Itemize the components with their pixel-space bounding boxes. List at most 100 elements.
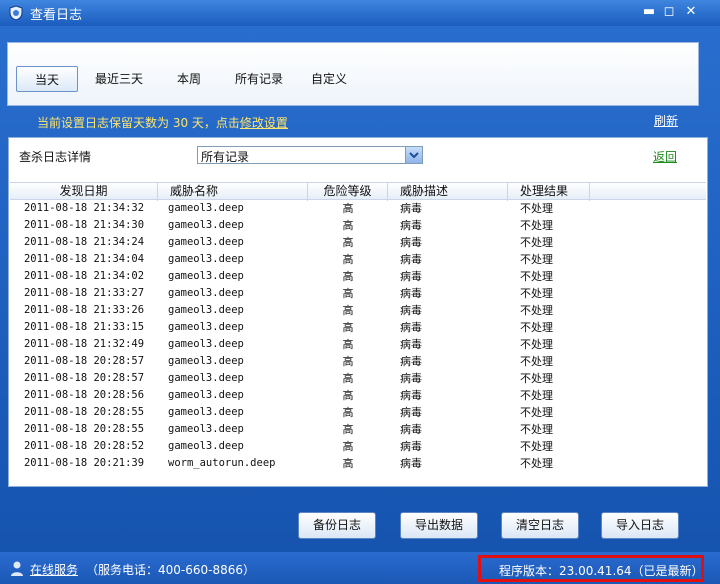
maximize-button[interactable]: ◻ (660, 3, 678, 21)
tab-all-records[interactable]: 所有记录 (230, 66, 288, 92)
title-bar[interactable]: 查看日志 ▬ ◻ ✕ (0, 0, 720, 26)
table-row[interactable]: 2011-08-18 20:28:52 gameol3.deep 高 病毒 不处理 (10, 438, 706, 455)
tab-custom[interactable]: 自定义 (306, 66, 352, 92)
cell-date: 2011-08-18 21:33:27 (23, 287, 145, 299)
cell-date: 2011-08-18 21:34:04 (23, 253, 145, 265)
table-row[interactable]: 2011-08-18 21:34:24 gameol3.deep 高 病毒 不处理 (10, 234, 706, 251)
cell-threat-name: gameol3.deep (168, 423, 244, 435)
refresh-link[interactable]: 刷新 (654, 112, 678, 129)
cell-description: 病毒 (400, 321, 422, 334)
table-row[interactable]: 2011-08-18 21:34:04 gameol3.deep 高 病毒 不处理 (10, 251, 706, 268)
cell-risk-level: 高 (342, 304, 354, 317)
retention-info: 当前设置日志保留天数为 30 天，点击修改设置 (37, 114, 288, 131)
retention-text: 当前设置日志保留天数为 30 天，点击 (37, 116, 240, 130)
cell-description: 病毒 (400, 457, 422, 470)
close-button[interactable]: ✕ (682, 3, 700, 21)
table-row[interactable]: 2011-08-18 20:28:57 gameol3.deep 高 病毒 不处理 (10, 370, 706, 387)
column-header-threat-name[interactable]: 威胁名称 (158, 183, 308, 201)
cell-risk-level: 高 (342, 457, 354, 470)
cell-date: 2011-08-18 21:34:32 (23, 202, 145, 214)
tab-this-week[interactable]: 本周 (168, 66, 210, 92)
cell-result: 不处理 (520, 236, 553, 249)
cell-threat-name: gameol3.deep (168, 270, 244, 282)
online-service-link[interactable]: 在线服务 (30, 561, 78, 578)
cell-risk-level: 高 (342, 406, 354, 419)
cell-risk-level: 高 (342, 355, 354, 368)
backup-log-button[interactable]: 备份日志 (298, 512, 376, 539)
cell-date: 2011-08-18 20:21:39 (23, 457, 145, 469)
tab-today[interactable]: 当天 (16, 66, 78, 92)
cell-date: 2011-08-18 20:28:57 (23, 372, 145, 384)
cell-result: 不处理 (520, 406, 553, 419)
log-window: 查看日志 ▬ ◻ ✕ 当天 最近三天 本周 所有记录 自定义 当前设置日志保留天… (0, 0, 720, 584)
table-row[interactable]: 2011-08-18 21:34:30 gameol3.deep 高 病毒 不处理 (10, 217, 706, 234)
cell-result: 不处理 (520, 372, 553, 385)
table-row[interactable]: 2011-08-18 20:21:39 worm_autorun.deep 高 病毒 不… (10, 455, 706, 472)
cell-description: 病毒 (400, 389, 422, 402)
table-row[interactable]: 2011-08-18 21:34:32 gameol3.deep 高 病毒 不处理 (10, 200, 706, 217)
cell-threat-name: gameol3.deep (168, 236, 244, 248)
cell-description: 病毒 (400, 372, 422, 385)
detail-label: 查杀日志详情 (19, 150, 92, 164)
log-table: 发现日期 威胁名称 危险等级 威胁描述 处理结果 2011-08-18 21:3… (10, 182, 706, 472)
cell-result: 不处理 (520, 457, 553, 470)
cell-date: 2011-08-18 21:34:02 (23, 270, 145, 282)
cell-description: 病毒 (400, 270, 422, 283)
back-link[interactable]: 返回 (653, 148, 677, 165)
table-row[interactable]: 2011-08-18 20:28:57 gameol3.deep 高 病毒 不处理 (10, 353, 706, 370)
chevron-down-icon[interactable] (405, 147, 422, 163)
table-row[interactable]: 2011-08-18 21:33:15 gameol3.deep 高 病毒 不处理 (10, 319, 706, 336)
table-row[interactable]: 2011-08-18 21:32:49 gameol3.deep 高 病毒 不处理 (10, 336, 706, 353)
log-detail-panel: 查杀日志详情 所有记录 返回 发现日期 威胁名称 危险等级 威胁描述 处理结果 … (8, 137, 708, 487)
modify-settings-link[interactable]: 修改设置 (240, 116, 288, 130)
select-value: 所有记录 (201, 150, 250, 164)
table-row[interactable]: 2011-08-18 21:34:02 gameol3.deep 高 病毒 不处理 (10, 268, 706, 285)
table-row[interactable]: 2011-08-18 20:28:56 gameol3.deep 高 病毒 不处理 (10, 387, 706, 404)
table-row[interactable]: 2011-08-18 21:33:26 gameol3.deep 高 病毒 不处理 (10, 302, 706, 319)
version-highlight: 程序版本：23.00.41.64（已是最新） (478, 555, 704, 582)
column-header-description[interactable]: 威胁描述 (388, 183, 508, 201)
column-header-result[interactable]: 处理结果 (508, 183, 590, 201)
cell-risk-level: 高 (342, 338, 354, 351)
cell-risk-level: 高 (342, 287, 354, 300)
shield-icon (9, 5, 23, 21)
column-header-risk-level[interactable]: 危险等级 (308, 183, 388, 201)
cell-risk-level: 高 (342, 440, 354, 453)
cell-description: 病毒 (400, 304, 422, 317)
cell-result: 不处理 (520, 304, 553, 317)
cell-description: 病毒 (400, 423, 422, 436)
clear-log-button[interactable]: 清空日志 (501, 512, 579, 539)
cell-date: 2011-08-18 21:32:49 (23, 338, 145, 350)
tab-last-three-days[interactable]: 最近三天 (88, 66, 150, 92)
table-row[interactable]: 2011-08-18 21:33:27 gameol3.deep 高 病毒 不处理 (10, 285, 706, 302)
export-data-button[interactable]: 导出数据 (400, 512, 478, 539)
record-filter-select[interactable]: 所有记录 (197, 146, 423, 164)
cell-description: 病毒 (400, 440, 422, 453)
cell-result: 不处理 (520, 338, 553, 351)
cell-date: 2011-08-18 20:28:57 (23, 355, 145, 367)
cell-risk-level: 高 (342, 270, 354, 283)
cell-threat-name: gameol3.deep (168, 338, 244, 350)
cell-description: 病毒 (400, 253, 422, 266)
date-filter-panel: 当天 最近三天 本周 所有记录 自定义 (7, 42, 699, 106)
cell-result: 不处理 (520, 440, 553, 453)
import-log-button[interactable]: 导入日志 (601, 512, 679, 539)
cell-risk-level: 高 (342, 423, 354, 436)
cell-date: 2011-08-18 20:28:56 (23, 389, 145, 401)
minimize-button[interactable]: ▬ (640, 3, 658, 21)
cell-date: 2011-08-18 21:34:30 (23, 219, 145, 231)
table-row[interactable]: 2011-08-18 20:28:55 gameol3.deep 高 病毒 不处理 (10, 404, 706, 421)
cell-risk-level: 高 (342, 372, 354, 385)
status-bar: 在线服务 （服务电话：400-660-8866） 程序版本：23.00.41.6… (0, 552, 720, 584)
table-row[interactable]: 2011-08-18 20:28:55 gameol3.deep 高 病毒 不处理 (10, 421, 706, 438)
cell-result: 不处理 (520, 355, 553, 368)
user-icon (11, 561, 23, 576)
column-header-date[interactable]: 发现日期 (10, 183, 158, 201)
cell-risk-level: 高 (342, 236, 354, 249)
cell-description: 病毒 (400, 355, 422, 368)
cell-date: 2011-08-18 20:28:52 (23, 440, 145, 452)
service-phone: （服务电话：400-660-8866） (86, 563, 256, 577)
cell-risk-level: 高 (342, 219, 354, 232)
cell-description: 病毒 (400, 202, 422, 215)
cell-result: 不处理 (520, 253, 553, 266)
